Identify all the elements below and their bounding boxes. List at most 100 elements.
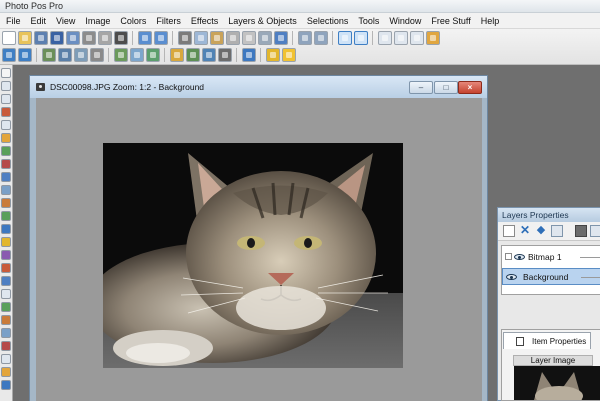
camera-icon[interactable]	[114, 31, 128, 45]
layer-visibility-checkbox[interactable]	[505, 253, 512, 260]
stamp-tool-icon[interactable]	[1, 341, 11, 351]
redo-icon[interactable]	[154, 31, 168, 45]
lasso-tool-icon[interactable]	[1, 94, 11, 104]
rectangle-tool-icon[interactable]	[1, 315, 11, 325]
menu-tools[interactable]: Tools	[353, 16, 384, 26]
layer-more-icon[interactable]	[590, 225, 600, 237]
zoom-out-icon[interactable]	[314, 31, 328, 45]
zoom-tool-icon[interactable]	[1, 120, 11, 130]
text-tool-icon[interactable]	[1, 237, 11, 247]
ellipse-tool-icon[interactable]	[1, 328, 11, 338]
item-properties-panel: Item Properties Layer Image	[501, 329, 600, 401]
menu-file[interactable]: File	[1, 16, 26, 26]
mask-tool-icon[interactable]	[1, 354, 11, 364]
sharpen-tool-icon[interactable]	[1, 367, 11, 377]
cat-photo[interactable]	[103, 143, 403, 368]
image-gallery-icon[interactable]	[130, 48, 144, 62]
image-canvas[interactable]	[36, 98, 482, 401]
menu-help[interactable]: Help	[476, 16, 505, 26]
picture-icon[interactable]	[114, 48, 128, 62]
tab-item-properties[interactable]: Item Properties	[503, 332, 591, 349]
smudge-tool-icon[interactable]	[1, 211, 11, 221]
menu-selections[interactable]: Selections	[302, 16, 354, 26]
enhance-icon[interactable]	[202, 48, 216, 62]
effects-icon[interactable]	[170, 48, 184, 62]
move-mode-icon[interactable]	[354, 31, 368, 45]
magic-wand-icon[interactable]	[266, 48, 280, 62]
eraser-tool-icon[interactable]	[1, 159, 11, 169]
hand-tool-icon[interactable]	[1, 289, 11, 299]
copy-icon[interactable]	[194, 31, 208, 45]
frame-icon[interactable]	[218, 48, 232, 62]
eye-icon[interactable]	[506, 274, 517, 280]
zoom-in-icon[interactable]	[298, 31, 312, 45]
layer-properties-icon[interactable]	[551, 225, 563, 237]
grayscale-icon[interactable]	[90, 48, 104, 62]
maximize-button[interactable]: □	[434, 81, 458, 94]
flip-horizontal-icon[interactable]	[2, 48, 16, 62]
print-preview-icon[interactable]	[98, 31, 112, 45]
color-adjust-icon[interactable]	[146, 48, 160, 62]
document-title-bar[interactable]: DSC00098.JPG Zoom: 1:2 - Background – □ …	[30, 76, 487, 98]
layers-panel-title-bar[interactable]: Layers Properties	[498, 208, 600, 222]
menu-colors[interactable]: Colors	[115, 16, 151, 26]
shape-tool-icon[interactable]	[1, 250, 11, 260]
landscape-icon[interactable]	[186, 48, 200, 62]
menu-filters[interactable]: Filters	[151, 16, 186, 26]
menu-window[interactable]: Window	[384, 16, 426, 26]
pencil-tool-icon[interactable]	[1, 146, 11, 156]
undo-icon[interactable]	[138, 31, 152, 45]
resize-icon[interactable]	[258, 31, 272, 45]
line-tool-icon[interactable]	[1, 302, 11, 312]
menu-image[interactable]: Image	[80, 16, 115, 26]
delete-layer-icon[interactable]: ✕	[519, 224, 531, 237]
star-icon[interactable]	[282, 48, 296, 62]
crop-tool-icon[interactable]	[1, 107, 11, 117]
new-file-icon[interactable]	[2, 31, 16, 45]
window-cascade-icon[interactable]	[378, 31, 392, 45]
minimize-button[interactable]: –	[409, 81, 433, 94]
pencil-icon[interactable]	[426, 31, 440, 45]
window-tile-icon[interactable]	[394, 31, 408, 45]
flip-vertical-icon[interactable]	[18, 48, 32, 62]
menu-free-stuff[interactable]: Free Stuff	[426, 16, 475, 26]
scan-icon[interactable]	[34, 31, 48, 45]
menu-effects[interactable]: Effects	[186, 16, 223, 26]
selection-mode-icon[interactable]	[338, 31, 352, 45]
blur-tool-icon[interactable]	[1, 224, 11, 234]
paste-icon[interactable]	[210, 31, 224, 45]
fill-tool-icon[interactable]	[1, 172, 11, 182]
layers-list: Bitmap 1 Background	[501, 245, 600, 295]
open-folder-icon[interactable]	[18, 31, 32, 45]
red-eye-tool-icon[interactable]	[1, 263, 11, 273]
rotate-icon[interactable]	[42, 48, 56, 62]
layer-print-icon[interactable]	[575, 225, 587, 237]
clone-tool-icon[interactable]	[1, 198, 11, 208]
rotate-right-icon[interactable]	[74, 48, 88, 62]
pointer-tool-icon[interactable]	[1, 68, 11, 78]
text-icon[interactable]	[274, 31, 288, 45]
new-layer-icon[interactable]	[503, 225, 515, 237]
eye-icon[interactable]	[514, 254, 525, 260]
select-tool-icon[interactable]	[1, 81, 11, 91]
save-all-icon[interactable]	[66, 31, 80, 45]
dodge-tool-icon[interactable]	[1, 380, 11, 390]
menu-layers-objects[interactable]: Layers & Objects	[223, 16, 302, 26]
paste-new-icon[interactable]	[226, 31, 240, 45]
rotate-left-icon[interactable]	[58, 48, 72, 62]
brush-tool-icon[interactable]	[1, 133, 11, 143]
print-icon[interactable]	[82, 31, 96, 45]
close-button[interactable]: ×	[458, 81, 482, 94]
layer-row-background[interactable]: Background	[502, 268, 600, 285]
window-arrange-icon[interactable]	[410, 31, 424, 45]
layer-row-bitmap-1[interactable]: Bitmap 1	[502, 249, 600, 266]
diamond-icon[interactable]	[242, 48, 256, 62]
gradient-tool-icon[interactable]	[1, 185, 11, 195]
menu-edit[interactable]: Edit	[26, 16, 52, 26]
crop-icon[interactable]	[242, 31, 256, 45]
layer-diamond-icon[interactable]: ◆	[535, 225, 547, 237]
save-icon[interactable]	[50, 31, 64, 45]
color-picker-tool-icon[interactable]	[1, 276, 11, 286]
cut-icon[interactable]	[178, 31, 192, 45]
menu-view[interactable]: View	[51, 16, 80, 26]
